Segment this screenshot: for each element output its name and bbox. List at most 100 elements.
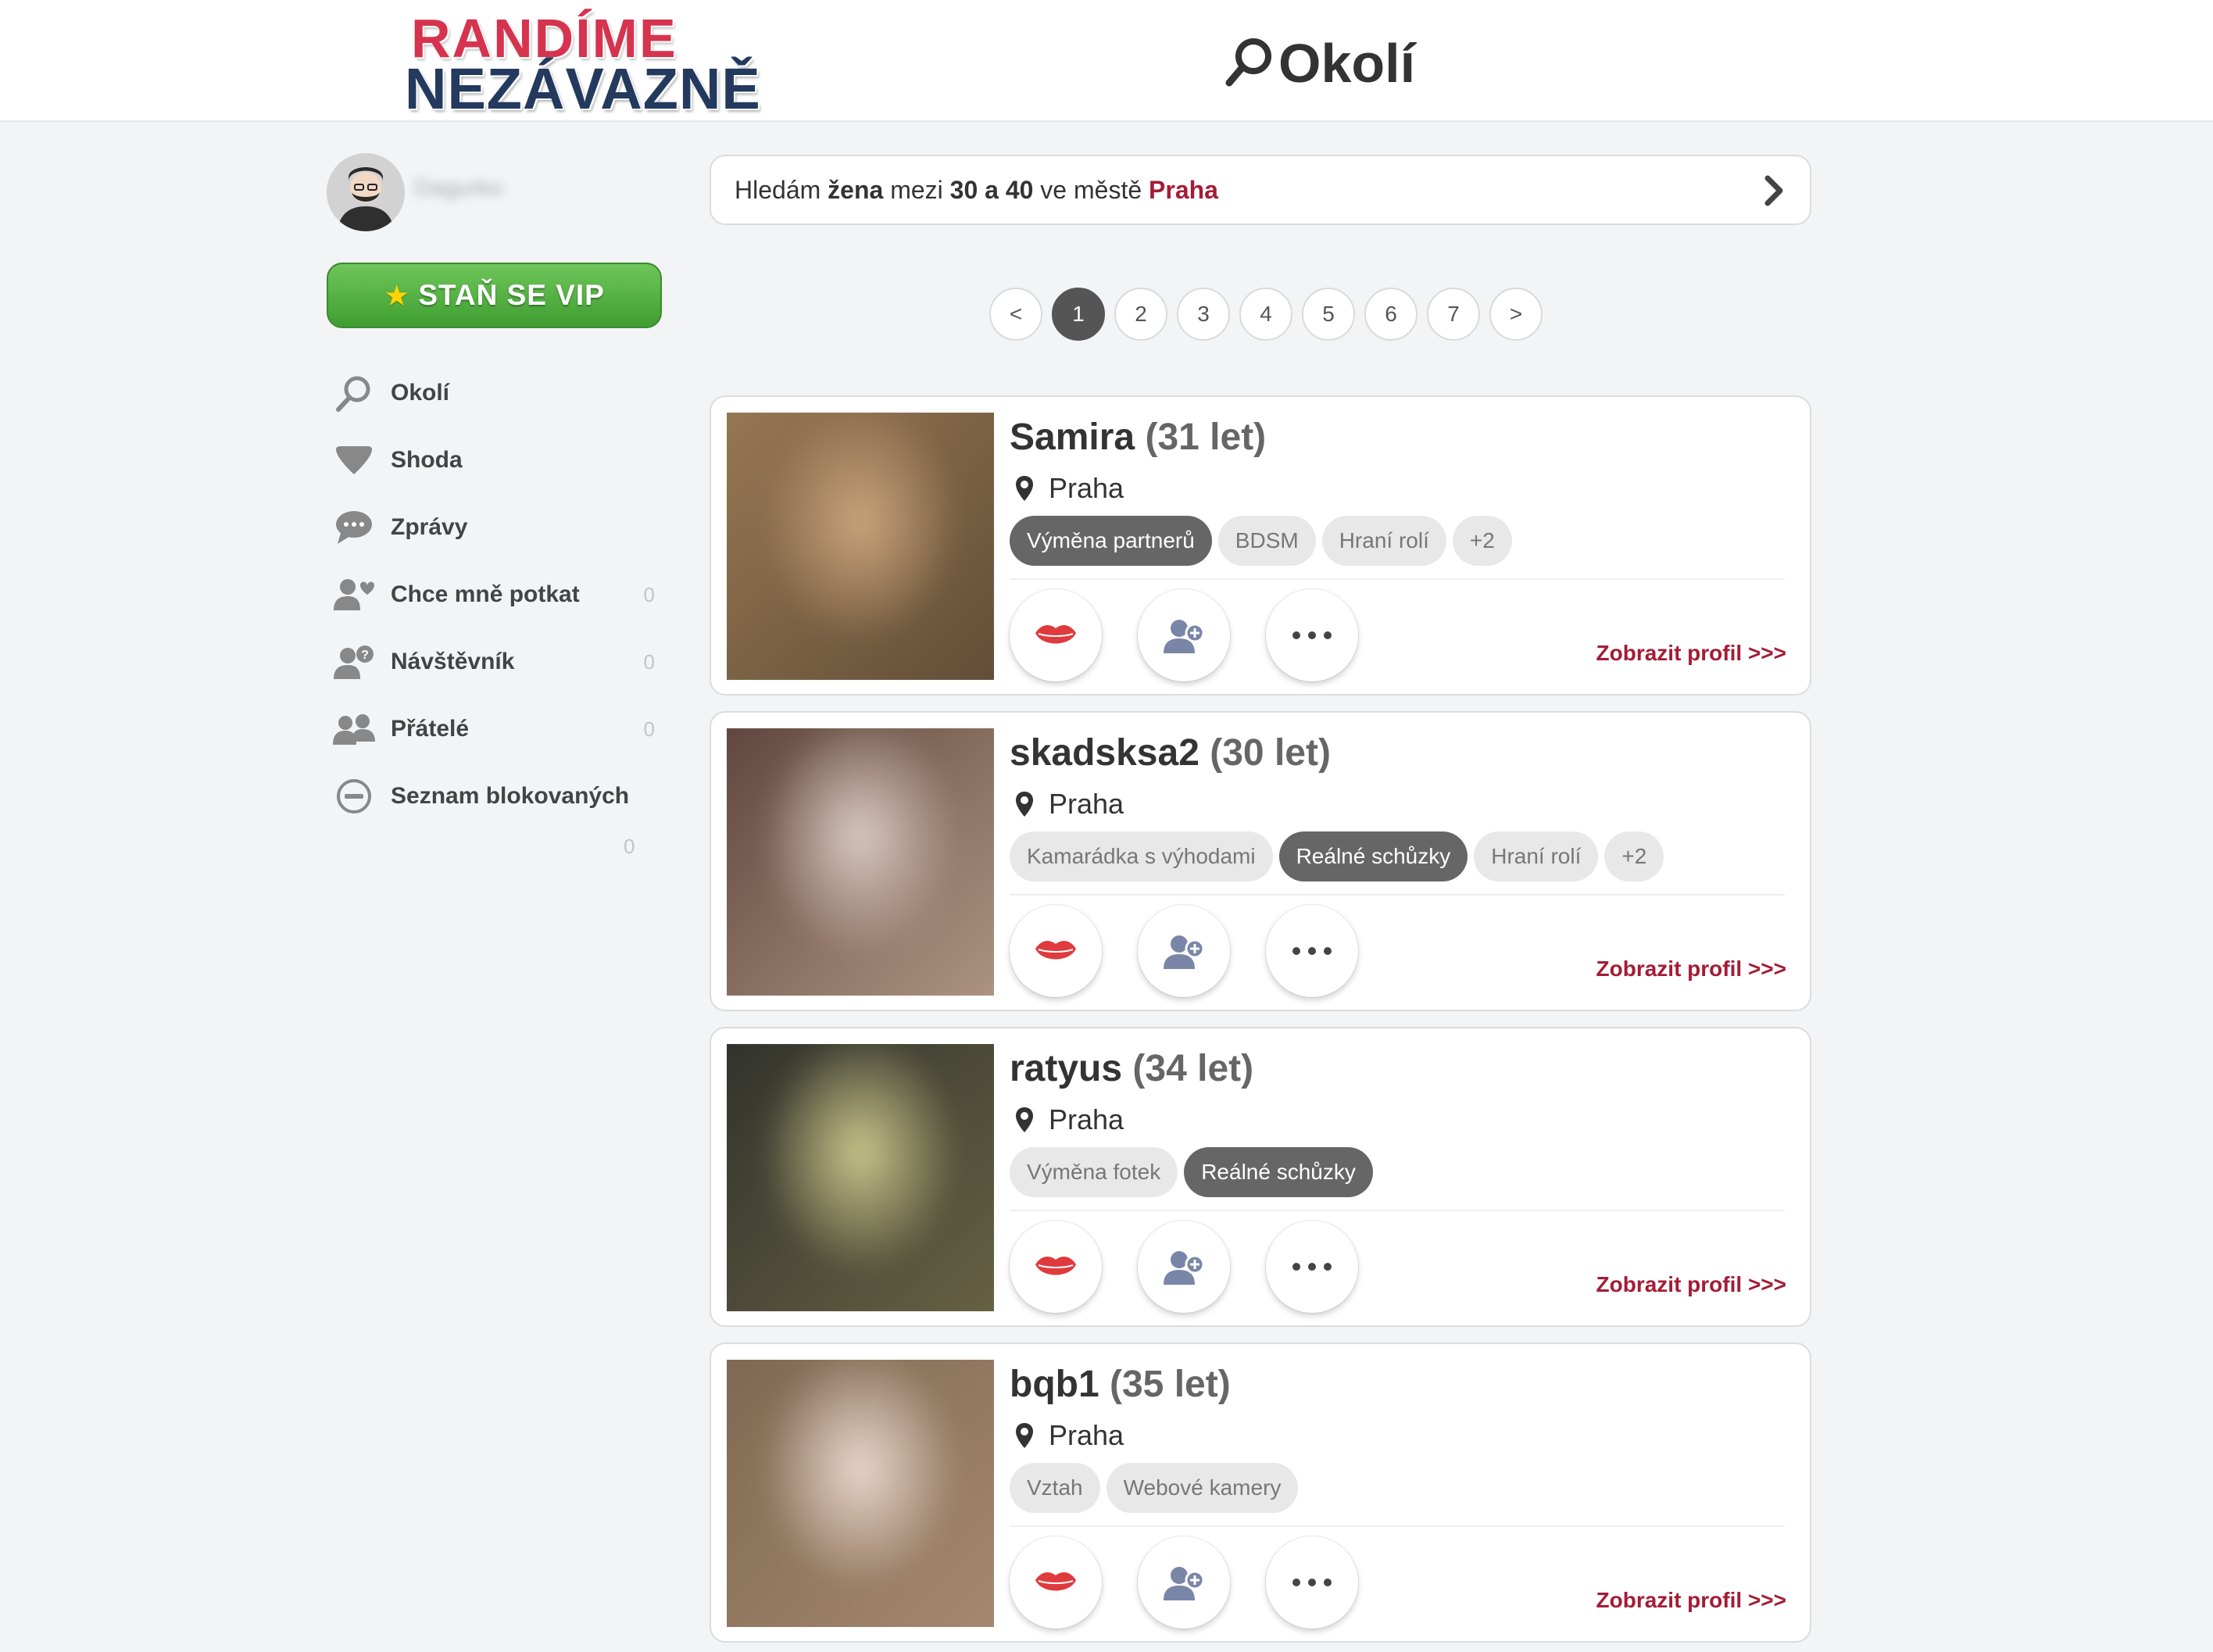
more-options-button[interactable] <box>1266 589 1358 681</box>
profile-nick: Samira <box>1010 417 1135 458</box>
profile-photo[interactable] <box>727 413 994 680</box>
tag[interactable]: BDSM <box>1217 516 1316 566</box>
kiss-button[interactable] <box>1010 589 1102 681</box>
divider <box>1010 578 1785 580</box>
become-vip-button[interactable]: ★ STAŇ SE VIP <box>327 263 662 328</box>
lips-icon <box>1035 1257 1076 1275</box>
kiss-button[interactable] <box>1010 1536 1102 1629</box>
view-profile-link[interactable]: Zobrazit profil >>> <box>1596 641 1786 666</box>
add-friend-button[interactable] <box>1138 1536 1230 1629</box>
sidebar-item-label: Seznam blokovaných <box>391 783 630 809</box>
profile-tags: Výměna fotek Reálné schůzky <box>1010 1147 1379 1197</box>
tag[interactable]: Vztah <box>1010 1463 1100 1513</box>
add-friend-button[interactable] <box>1138 905 1230 997</box>
search-in-city: ve městě <box>1040 175 1142 204</box>
profile-nick: skadsksa2 <box>1010 732 1199 774</box>
sidebar-item-chce-mne-potkat[interactable]: Chce mně potkat 0 <box>327 561 655 628</box>
location-pin-icon <box>1016 476 1033 501</box>
profile-tags: Výměna partnerů BDSM Hraní rolí +2 <box>1010 516 1518 566</box>
heart-icon <box>333 439 375 481</box>
profile-tags: Kamarádka s výhodami Reálné schůzky Hran… <box>1010 831 1670 881</box>
sidebar-item-label: Shoda <box>391 447 463 473</box>
profile-location: Praha <box>1014 1419 1124 1452</box>
search-gender: žena <box>828 175 884 204</box>
view-profile-link[interactable]: Zobrazit profil >>> <box>1596 1272 1786 1297</box>
more-options-button[interactable] <box>1266 1221 1358 1313</box>
tag-more[interactable]: +2 <box>1452 516 1512 566</box>
divider <box>1010 1525 1785 1527</box>
profile-name[interactable]: Samira (31 let) <box>1010 416 1266 459</box>
tag[interactable]: Reálné schůzky <box>1278 831 1468 881</box>
profile-name[interactable]: bqb1 (35 let) <box>1010 1363 1231 1406</box>
add-friend-icon <box>1164 1251 1205 1285</box>
profile-photo[interactable] <box>727 728 994 996</box>
profile-age: (31 let) <box>1145 417 1267 458</box>
search-between: mezi <box>890 175 943 204</box>
block-icon <box>333 775 375 817</box>
kiss-button[interactable] <box>1010 1221 1102 1313</box>
vip-button-label: STAŇ SE VIP <box>418 279 605 311</box>
sidebar-item-navstevnik[interactable]: ? Návštěvník 0 <box>327 628 655 695</box>
profile-age: (30 let) <box>1210 732 1331 774</box>
profile-city: Praha <box>1049 1103 1124 1135</box>
sidebar-item-seznam-blokovanych[interactable]: Seznam blokovaných <box>327 763 655 830</box>
profile-location: Praha <box>1014 788 1124 821</box>
profile-photo[interactable] <box>727 1044 994 1311</box>
avatar[interactable] <box>327 153 405 231</box>
search-icon <box>333 372 375 414</box>
site-logo[interactable]: RANDÍME NEZÁVAZNĚ <box>405 11 760 119</box>
view-profile-link[interactable]: Zobrazit profil >>> <box>1596 957 1786 982</box>
profile-nick: bqb1 <box>1010 1364 1099 1405</box>
location-pin-icon <box>1016 1107 1033 1132</box>
sidebar-item-pratele[interactable]: Přátelé 0 <box>327 695 655 763</box>
pagination-next-button[interactable]: > <box>1489 288 1543 341</box>
pagination-page-4[interactable]: 4 <box>1239 288 1292 341</box>
sidebar-item-shoda[interactable]: Shoda <box>327 427 655 494</box>
kiss-button[interactable] <box>1010 905 1102 997</box>
add-friend-icon <box>1164 620 1205 653</box>
tag[interactable]: Hraní rolí <box>1474 831 1599 881</box>
user-heart-icon <box>333 574 375 616</box>
more-options-button[interactable] <box>1266 905 1358 997</box>
sidebar-item-zpravy[interactable]: Zprávy <box>327 494 655 561</box>
pagination-page-7[interactable]: 7 <box>1427 288 1480 341</box>
tag[interactable]: Výměna partnerů <box>1010 516 1212 566</box>
sidebar-item-label: Zprávy <box>391 514 468 540</box>
location-pin-icon <box>1016 792 1033 817</box>
search-city: Praha <box>1149 175 1218 204</box>
add-friend-button[interactable] <box>1138 589 1230 681</box>
username[interactable]: Dagurko <box>414 175 508 206</box>
pagination-prev-button[interactable]: < <box>989 288 1042 341</box>
sidebar-item-okoli[interactable]: Okolí <box>327 359 655 427</box>
page-title-text: Okolí <box>1278 33 1416 94</box>
profile-tags: Vztah Webové kamery <box>1010 1463 1304 1513</box>
pagination-page-6[interactable]: 6 <box>1364 288 1418 341</box>
sidebar-item-label: Návštěvník <box>391 649 515 674</box>
pagination-page-1[interactable]: 1 <box>1052 288 1105 341</box>
add-friend-button[interactable] <box>1138 1221 1230 1313</box>
star-icon: ★ <box>384 279 411 312</box>
tag[interactable]: Webové kamery <box>1106 1463 1299 1513</box>
chevron-right-icon <box>1764 175 1783 206</box>
pagination-page-5[interactable]: 5 <box>1302 288 1355 341</box>
sidebar-item-label: Přátelé <box>391 716 470 742</box>
logo-line2: NEZÁVAZNĚ <box>405 56 761 121</box>
tag[interactable]: Výměna fotek <box>1010 1147 1178 1197</box>
page-title: Okolí <box>1224 30 1415 97</box>
pagination-page-3[interactable]: 3 <box>1177 288 1230 341</box>
tag[interactable]: Kamarádka s výhodami <box>1010 831 1273 881</box>
profile-name[interactable]: skadsksa2 (30 let) <box>1010 731 1331 774</box>
profile-name[interactable]: ratyus (34 let) <box>1010 1047 1253 1090</box>
view-profile-link[interactable]: Zobrazit profil >>> <box>1596 1588 1786 1613</box>
pagination-page-2[interactable]: 2 <box>1114 288 1167 341</box>
tag[interactable]: Hraní rolí <box>1321 516 1446 566</box>
tag[interactable]: Reálné schůzky <box>1184 1147 1373 1197</box>
profile-photo[interactable] <box>727 1360 994 1627</box>
lips-icon <box>1035 1572 1076 1591</box>
search-age-to: 40 <box>1005 175 1034 204</box>
tag-more[interactable]: +2 <box>1604 831 1664 881</box>
more-options-button[interactable] <box>1266 1536 1358 1629</box>
sidebar-item-count: 0 <box>643 649 655 674</box>
search-criteria-bar[interactable]: Hledám žena mezi 30 a 40 ve městě Praha <box>710 155 1811 225</box>
sidebar-item-count: 0 <box>643 717 655 741</box>
